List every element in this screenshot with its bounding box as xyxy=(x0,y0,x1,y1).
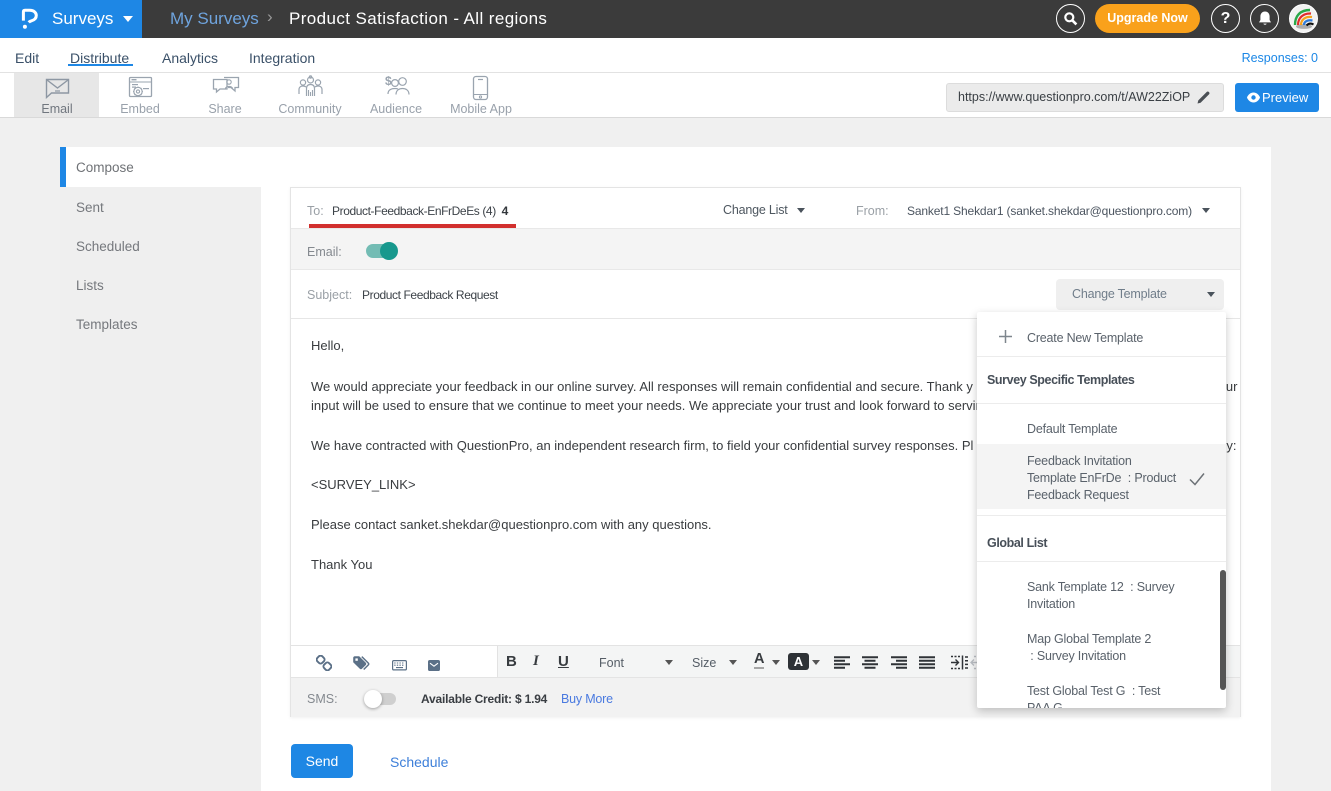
svg-text:$: $ xyxy=(385,75,392,88)
